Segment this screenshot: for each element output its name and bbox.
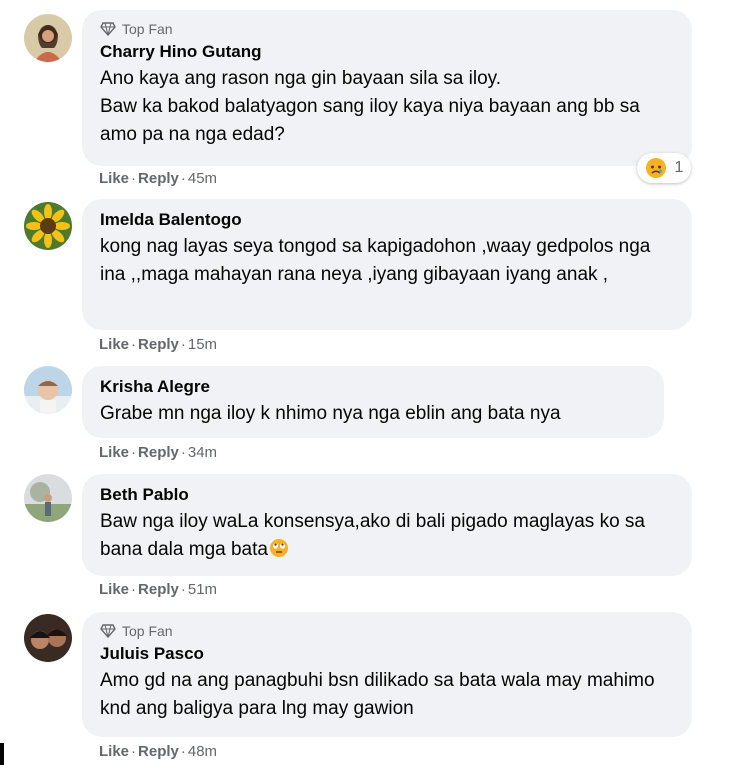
reply-link[interactable]: Reply: [138, 170, 179, 187]
timestamp[interactable]: 45m: [188, 170, 217, 187]
badge-label: Top Fan: [122, 21, 173, 37]
timestamp[interactable]: 48m: [188, 743, 217, 760]
comment-bubble: Beth Pablo Baw nga iloy waLa konsensya,a…: [82, 474, 692, 576]
avatar[interactable]: [24, 14, 72, 62]
top-fan-badge: Top Fan: [100, 622, 674, 640]
like-link[interactable]: Like: [99, 444, 129, 461]
diamond-icon: [100, 624, 116, 638]
comment-text-body: Baw nga iloy waLa konsensya,ako di bali …: [100, 511, 645, 560]
timestamp[interactable]: 15m: [188, 336, 217, 353]
separator: ·: [180, 444, 186, 461]
avatar[interactable]: [24, 366, 72, 414]
reaction-count: 1: [674, 159, 684, 176]
commenter-name[interactable]: Juluis Pasco: [100, 643, 674, 664]
timestamp[interactable]: 34m: [188, 444, 217, 461]
comment-text: Ano kaya ang rason nga gin bayaan sila s…: [100, 68, 640, 145]
separator: ·: [131, 581, 137, 598]
separator: ·: [131, 444, 137, 461]
separator: ·: [131, 336, 137, 353]
reply-link[interactable]: Reply: [138, 743, 179, 760]
commenter-name[interactable]: Imelda Balentogo: [100, 209, 674, 230]
reply-link[interactable]: Reply: [138, 336, 179, 353]
separator: ·: [180, 581, 186, 598]
like-link[interactable]: Like: [99, 743, 129, 760]
diamond-icon: [100, 22, 116, 36]
like-link[interactable]: Like: [99, 170, 129, 187]
commenter-name[interactable]: Charry Hino Gutang: [100, 41, 674, 62]
comment-actions: Like · Reply · 45m: [99, 170, 217, 187]
comment-bubble: Krisha Alegre Grabe mn nga iloy k nhimo …: [82, 366, 664, 438]
window-edge: [0, 743, 4, 765]
comment-text: Baw nga iloy waLa konsensya,ako di bali …: [100, 508, 674, 564]
comment-actions: Like · Reply · 15m: [99, 336, 217, 353]
separator: ·: [180, 336, 186, 353]
comment-bubble: Imelda Balentogo kong nag layas seya ton…: [82, 199, 692, 330]
separator: ·: [131, 170, 137, 187]
comment-actions: Like · Reply · 51m: [99, 581, 217, 598]
separator: ·: [131, 743, 137, 760]
commenter-name[interactable]: Beth Pablo: [100, 484, 674, 505]
top-fan-badge: Top Fan: [100, 20, 674, 38]
separator: ·: [180, 743, 186, 760]
like-link[interactable]: Like: [99, 336, 129, 353]
like-link[interactable]: Like: [99, 581, 129, 598]
reaction-summary[interactable]: 1: [637, 153, 691, 183]
avatar[interactable]: [24, 202, 72, 250]
rolling-eyes-emoji-icon: [269, 539, 288, 557]
reply-link[interactable]: Reply: [138, 581, 179, 598]
commenter-name[interactable]: Krisha Alegre: [100, 376, 646, 397]
comment-text: Amo gd na ang panagbuhi bsn dilikado sa …: [100, 670, 655, 719]
separator: ·: [180, 170, 186, 187]
reply-link[interactable]: Reply: [138, 444, 179, 461]
badge-label: Top Fan: [122, 623, 173, 639]
comment-actions: Like · Reply · 34m: [99, 444, 217, 461]
avatar[interactable]: [24, 614, 72, 662]
comment-bubble: Top Fan Juluis Pasco Amo gd na ang panag…: [82, 612, 692, 737]
comment-text: kong nag layas seya tongod sa kapigadoho…: [100, 236, 651, 285]
comment-bubble: Top Fan Charry Hino Gutang Ano kaya ang …: [82, 10, 692, 166]
comment-actions: Like · Reply · 48m: [99, 743, 217, 760]
comment-text: Grabe mn nga iloy k nhimo nya nga eblin …: [100, 403, 561, 424]
sad-emoji-icon: [645, 158, 666, 178]
avatar[interactable]: [24, 474, 72, 522]
timestamp[interactable]: 51m: [188, 581, 217, 598]
